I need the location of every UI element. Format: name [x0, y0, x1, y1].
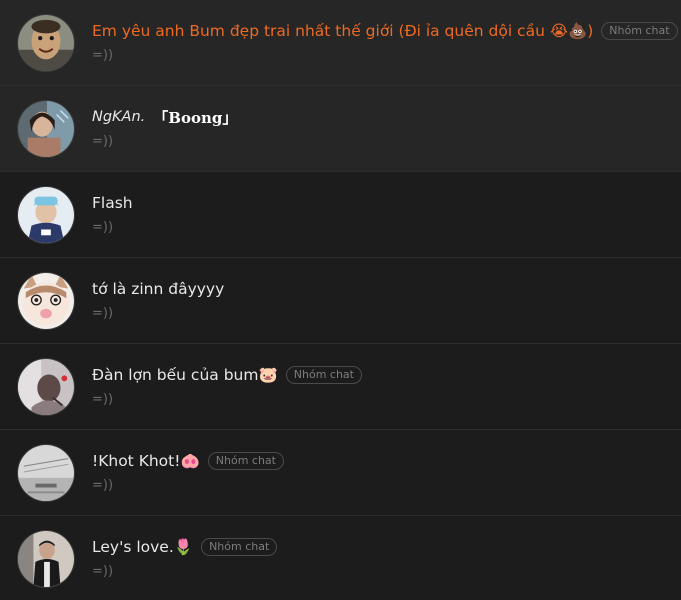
avatar	[17, 358, 75, 416]
conversation-name: NgKAn.	[92, 109, 146, 125]
message-preview: =))	[92, 392, 114, 407]
conversation-name: Ley's love.🌷	[92, 538, 194, 556]
conversation-name: !Khot Khot!🐽	[92, 452, 200, 470]
conversation-name: Flash	[92, 194, 133, 212]
group-chat-badge: Nhóm chat	[601, 22, 678, 40]
conversation-row[interactable]: Ley's love.🌷 Nhóm chat =))	[0, 516, 681, 600]
conversation-name: Đàn lợn bếu của bum🐷	[92, 366, 278, 384]
avatar	[17, 186, 75, 244]
message-preview: =))	[92, 134, 114, 149]
conversation-list: Em yêu anh Bum đẹp trai nhất thế giới (Đ…	[0, 0, 681, 600]
group-chat-badge: Nhóm chat	[285, 366, 362, 384]
group-chat-badge: Nhóm chat	[201, 538, 278, 556]
avatar	[17, 530, 75, 588]
conversation-name: Em yêu anh Bum đẹp trai nhất thế giới (Đ…	[92, 22, 594, 40]
avatar	[17, 14, 75, 72]
conversation-name: tớ là zinn đâyyyy	[92, 280, 225, 298]
message-preview: =))	[92, 306, 114, 321]
conversation-row[interactable]: Em yêu anh Bum đẹp trai nhất thế giới (Đ…	[0, 0, 681, 86]
conversation-row[interactable]: NgKAn. 「Boong」 =))	[0, 86, 681, 172]
conversation-row[interactable]: Đàn lợn bếu của bum🐷 Nhóm chat =))	[0, 344, 681, 430]
avatar	[17, 100, 75, 158]
message-preview: =))	[92, 220, 114, 235]
conversation-row[interactable]: tớ là zinn đâyyyy =))	[0, 258, 681, 344]
message-preview: =))	[92, 48, 114, 63]
avatar	[17, 272, 75, 330]
group-chat-badge: Nhóm chat	[207, 452, 284, 470]
conversation-row[interactable]: Flash =))	[0, 172, 681, 258]
conversation-row[interactable]: !Khot Khot!🐽 Nhóm chat =))	[0, 430, 681, 516]
message-preview: =))	[92, 478, 114, 493]
conversation-name-suffix: 「Boong」	[153, 108, 238, 127]
message-preview: =))	[92, 564, 114, 579]
avatar	[17, 444, 75, 502]
